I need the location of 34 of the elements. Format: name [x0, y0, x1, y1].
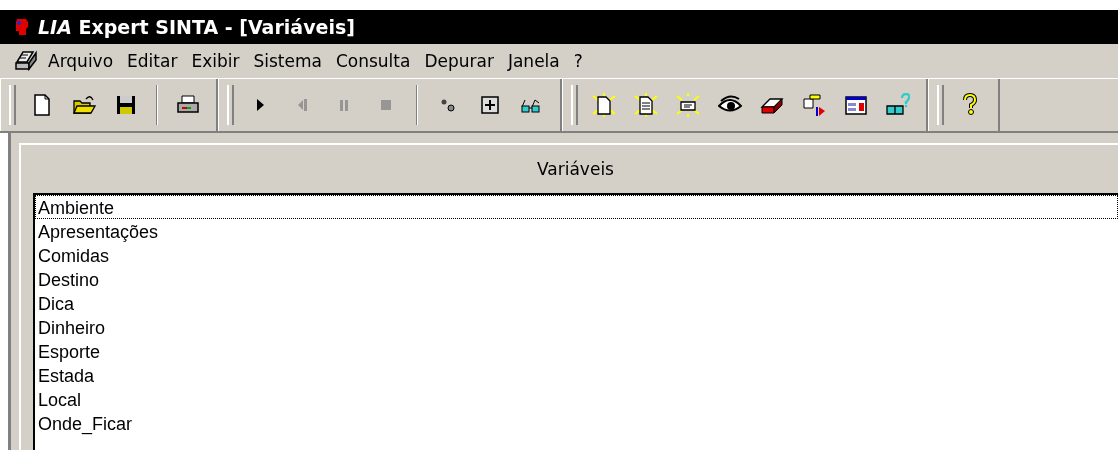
flow-icon[interactable]	[802, 93, 826, 117]
menu-item[interactable]: ?	[571, 51, 595, 71]
menu-item[interactable]: Editar	[125, 51, 190, 71]
list-item[interactable]: Local	[35, 387, 1118, 411]
sparkling-document-icon[interactable]	[634, 93, 658, 117]
menu-item[interactable]: Depurar	[422, 51, 506, 71]
plus-icon[interactable]	[478, 93, 502, 117]
window-title: LIA Expert SINTA - [Variáveis]	[38, 16, 355, 38]
folder-icon[interactable]	[72, 93, 96, 117]
toolbar-grip[interactable]	[227, 85, 234, 125]
cash-register-icon[interactable]	[14, 50, 38, 72]
window-icon[interactable]	[844, 93, 868, 117]
list-item[interactable]: Destino	[35, 267, 1118, 291]
menu-item[interactable]: Janela	[505, 51, 572, 71]
head-logo-icon	[14, 18, 30, 36]
menu-item[interactable]: Arquivo	[46, 51, 126, 71]
book-question-icon[interactable]	[886, 93, 910, 117]
list-item[interactable]: Estada	[35, 363, 1118, 387]
menu-item[interactable]: Exibir	[189, 51, 252, 71]
toolbar-grip[interactable]	[9, 85, 16, 125]
menu-item[interactable]: Consulta	[333, 51, 423, 71]
list-item[interactable]: Comidas	[35, 243, 1118, 267]
sparkling-card-icon[interactable]	[676, 93, 700, 117]
list-item[interactable]: Dinheiro	[35, 315, 1118, 339]
list-item[interactable]: Esporte	[35, 339, 1118, 363]
toolbar-grip[interactable]	[937, 85, 944, 125]
list-item[interactable]: Apresentações	[35, 219, 1118, 243]
sparkling-page-icon[interactable]	[592, 93, 616, 117]
list-item[interactable]: Ambiente	[35, 195, 1118, 219]
panel-heading: Variáveis	[536, 158, 615, 181]
toolbar-grip[interactable]	[571, 85, 578, 125]
list-item[interactable]: Onde_Ficar	[35, 411, 1118, 435]
menu-item[interactable]: Sistema	[251, 51, 334, 71]
list-item[interactable]: Dica	[35, 291, 1118, 315]
